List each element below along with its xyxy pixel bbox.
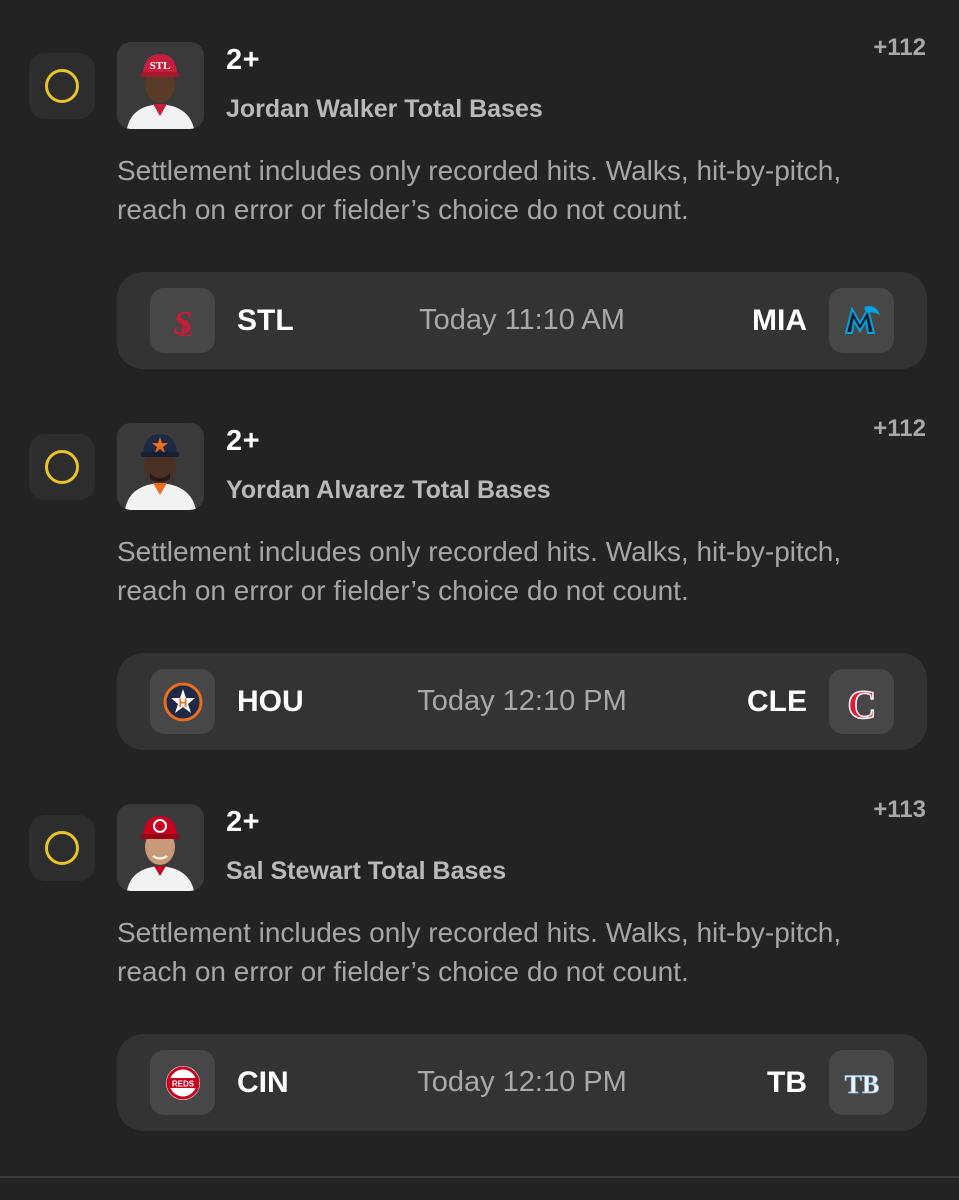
away-team-abbr: CLE bbox=[747, 685, 807, 718]
svg-text:L: L bbox=[177, 316, 193, 342]
odds-value[interactable]: +112 bbox=[873, 415, 926, 443]
market-title: Yordan Alvarez Total Bases bbox=[226, 476, 551, 504]
player-avatar: STL bbox=[117, 42, 204, 129]
marlins-logo-icon bbox=[829, 288, 894, 353]
bottom-divider bbox=[0, 1176, 959, 1178]
pick-card: 2+ Yordan Alvarez Total Bases +112 Settl… bbox=[0, 381, 959, 761]
radio-circle-icon bbox=[45, 831, 79, 865]
home-team-abbr: CIN bbox=[237, 1066, 289, 1099]
pick-card: STL 2+ Jordan Walker Total Bases +112 Se… bbox=[0, 0, 959, 380]
svg-text:REDS: REDS bbox=[171, 1079, 194, 1088]
settlement-description: Settlement includes only recorded hits. … bbox=[117, 536, 842, 606]
astros-logo-icon: H bbox=[150, 669, 215, 734]
player-avatar bbox=[117, 804, 204, 891]
guardians-logo-icon: C bbox=[829, 669, 894, 734]
picks-list: STL 2+ Jordan Walker Total Bases +112 Se… bbox=[0, 0, 959, 1200]
game-info-bar[interactable]: S L STL Today 11:10 AM MIA bbox=[117, 272, 927, 369]
select-pick-button[interactable] bbox=[29, 434, 95, 500]
cardinals-logo-icon: S L bbox=[150, 288, 215, 353]
line-value: 2+ bbox=[226, 425, 261, 457]
home-team-abbr: HOU bbox=[237, 685, 304, 718]
player-avatar bbox=[117, 423, 204, 510]
odds-value[interactable]: +112 bbox=[873, 34, 926, 62]
game-info-bar[interactable]: REDS CIN Today 12:10 PM TB TB bbox=[117, 1034, 927, 1131]
radio-circle-icon bbox=[45, 450, 79, 484]
settlement-description: Settlement includes only recorded hits. … bbox=[117, 155, 842, 225]
settlement-description: Settlement includes only recorded hits. … bbox=[117, 917, 842, 987]
pick-card: 2+ Sal Stewart Total Bases +113 Settleme… bbox=[0, 762, 959, 1142]
radio-circle-icon bbox=[45, 69, 79, 103]
market-title: Sal Stewart Total Bases bbox=[226, 857, 507, 885]
away-team-abbr: TB bbox=[767, 1066, 807, 1099]
rays-logo-icon: TB bbox=[829, 1050, 894, 1115]
line-value: 2+ bbox=[226, 44, 261, 76]
market-title: Jordan Walker Total Bases bbox=[226, 95, 543, 123]
svg-text:STL: STL bbox=[150, 60, 171, 72]
line-value: 2+ bbox=[226, 806, 261, 838]
odds-value[interactable]: +113 bbox=[873, 796, 926, 824]
reds-logo-icon: REDS bbox=[150, 1050, 215, 1115]
svg-text:C: C bbox=[847, 682, 876, 724]
svg-text:H: H bbox=[178, 696, 187, 710]
svg-text:TB: TB bbox=[844, 1070, 879, 1099]
away-team-abbr: MIA bbox=[752, 304, 807, 337]
game-info-bar[interactable]: H HOU Today 12:10 PM CLE C bbox=[117, 653, 927, 750]
home-team-abbr: STL bbox=[237, 304, 294, 337]
select-pick-button[interactable] bbox=[29, 53, 95, 119]
select-pick-button[interactable] bbox=[29, 815, 95, 881]
